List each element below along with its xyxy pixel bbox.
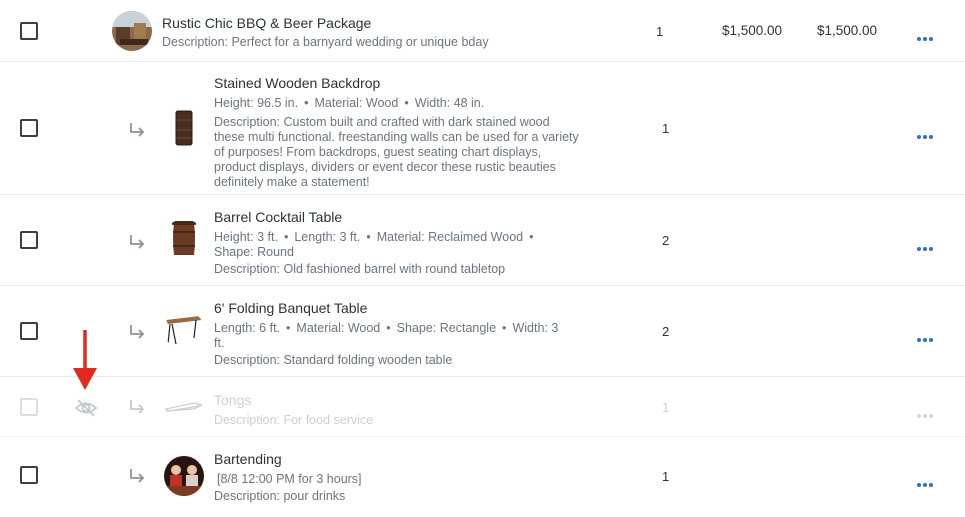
item-description: Description: pour drinks	[214, 489, 346, 503]
subdirectory-arrow-icon	[130, 235, 145, 249]
item-attributes: Length: 6 ft. • Material: Wood • Shape: Rect…	[214, 321, 614, 351]
more-horizontal-icon[interactable]	[917, 474, 937, 487]
red-down-arrow	[73, 330, 97, 390]
subdirectory-arrow-icon	[130, 325, 145, 339]
desc-line: definitely make a statement!	[214, 175, 370, 189]
attr-height: Height: 96.5 in.	[214, 96, 299, 110]
item-total-price: $1,500.00	[817, 23, 878, 38]
item-title[interactable]: Stained Wooden Backdrop	[214, 74, 614, 92]
more-horizontal-icon[interactable]	[917, 28, 937, 41]
desc-line: of purposes! From backdrops, guest seati…	[214, 145, 542, 159]
item-attributes: Height: 96.5 in. • Material: Wood • Width: 4…	[214, 96, 485, 110]
attr-width: Width: 48 in.	[414, 96, 485, 110]
item-qty: 1	[662, 121, 670, 136]
attr-width-cont: ft.	[214, 336, 225, 350]
item-description: Description: Old fashioned barrel with r…	[214, 262, 506, 276]
more-horizontal-icon[interactable]	[917, 405, 937, 418]
row-checkbox[interactable]	[20, 22, 38, 40]
subdirectory-arrow-icon	[130, 123, 145, 137]
item-qty: 1	[662, 400, 670, 415]
row-checkbox[interactable]	[20, 466, 38, 484]
item-info: Tongs Description: For food service	[214, 391, 614, 428]
item-schedule: [8/8 12:00 PM for 3 hours]	[217, 472, 362, 486]
item-title[interactable]: Rustic Chic BBQ & Beer Package	[162, 14, 562, 32]
line-items-table: Rustic Chic BBQ & Beer Package Descripti…	[0, 0, 965, 517]
item-title[interactable]: Bartending	[214, 450, 614, 468]
row-checkbox[interactable]	[20, 119, 38, 137]
more-horizontal-icon[interactable]	[917, 126, 937, 139]
attr-shape: Shape: Round	[214, 245, 294, 259]
attr-width: Width: 3	[512, 321, 559, 335]
row-checkbox[interactable]	[20, 398, 38, 416]
item-title[interactable]: Barrel Cocktail Table	[214, 208, 614, 226]
more-horizontal-icon[interactable]	[917, 238, 937, 251]
desc-line: Description: Custom built and crafted wi…	[214, 115, 550, 129]
item-info: Barrel Cocktail Table Height: 3 ft. • Leng…	[214, 208, 614, 277]
table-row: Stained Wooden Backdrop Height: 96.5 in.…	[0, 62, 965, 195]
table-row: 6' Folding Banquet Table Length: 6 ft. • M…	[0, 286, 965, 377]
item-thumbnail	[164, 310, 204, 350]
item-qty: 1	[656, 24, 664, 39]
item-description: Description: Perfect for a barnyard wedd…	[162, 35, 489, 49]
item-info: Bartending [8/8 12:00 PM for 3 hours] De…	[214, 450, 614, 504]
row-checkbox[interactable]	[20, 231, 38, 249]
item-thumbnail	[164, 219, 204, 259]
item-description: Description: For food service	[214, 413, 374, 427]
attr-length: Length: 6 ft.	[214, 321, 281, 335]
table-row: Bartending [8/8 12:00 PM for 3 hours] De…	[0, 437, 965, 517]
item-title[interactable]: 6' Folding Banquet Table	[214, 299, 614, 317]
item-qty: 2	[662, 324, 670, 339]
item-qty: 1	[662, 469, 670, 484]
item-thumbnail	[164, 108, 204, 148]
item-info: 6' Folding Banquet Table Length: 6 ft. • M…	[214, 299, 614, 368]
item-thumbnail	[164, 387, 204, 427]
more-horizontal-icon[interactable]	[917, 329, 937, 342]
item-attributes: Height: 3 ft. • Length: 3 ft. • Material: Re…	[214, 230, 614, 260]
attr-height: Height: 3 ft.	[214, 230, 278, 244]
table-row: Barrel Cocktail Table Height: 3 ft. • Leng…	[0, 195, 965, 286]
attr-material: Material: Wood	[296, 321, 381, 335]
table-row: Rustic Chic BBQ & Beer Package Descripti…	[0, 0, 965, 62]
item-description: Description: Custom built and crafted wi…	[214, 115, 614, 190]
attr-material: Material: Wood	[314, 96, 399, 110]
attr-shape: Shape: Rectangle	[396, 321, 497, 335]
item-info: Rustic Chic BBQ & Beer Package Descripti…	[162, 14, 562, 50]
item-description: Description: Standard folding wooden tab…	[214, 353, 453, 367]
item-title[interactable]: Tongs	[214, 391, 614, 409]
attr-material: Material: Reclaimed Wood	[376, 230, 524, 244]
desc-line: these multi functional. freestanding wal…	[214, 130, 579, 144]
subdirectory-arrow-icon	[130, 469, 145, 483]
item-thumbnail	[112, 11, 152, 51]
eye-off-icon[interactable]	[74, 398, 98, 418]
subdirectory-arrow-icon	[130, 400, 145, 414]
item-info: Stained Wooden Backdrop Height: 96.5 in.…	[214, 74, 614, 190]
item-thumbnail	[164, 456, 204, 496]
item-unit-price: $1,500.00	[722, 23, 783, 38]
item-qty: 2	[662, 233, 670, 248]
desc-line: product displays, dividers or event deco…	[214, 160, 556, 174]
row-checkbox[interactable]	[20, 322, 38, 340]
attr-length: Length: 3 ft.	[294, 230, 361, 244]
table-row-hidden: Tongs Description: For food service 1	[0, 377, 965, 437]
